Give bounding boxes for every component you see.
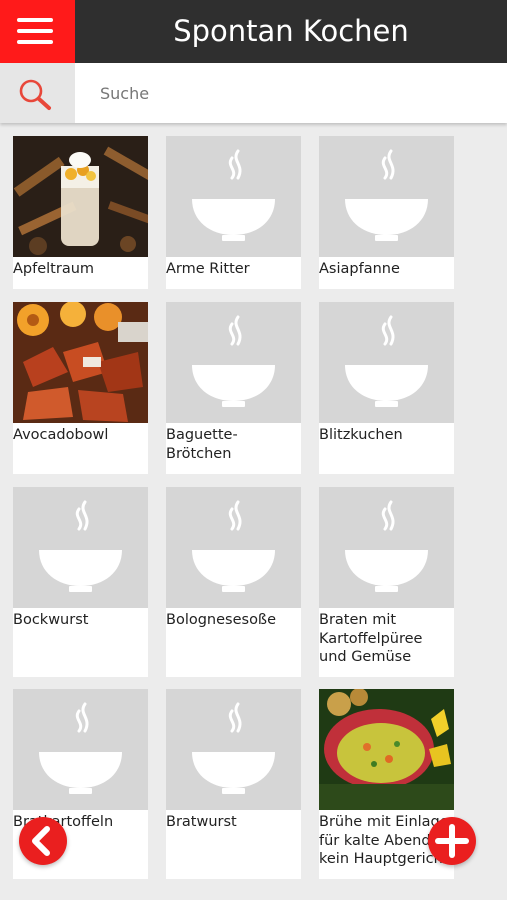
- bowl-placeholder-icon: [319, 302, 454, 423]
- recipe-image-dessert: [13, 136, 148, 257]
- app-bar: Spontan Kochen: [0, 0, 507, 63]
- search-input[interactable]: [100, 77, 480, 109]
- bowl-placeholder-icon: [166, 136, 301, 257]
- bowl-placeholder-icon: [166, 487, 301, 608]
- recipe-name: Bockwurst: [13, 612, 89, 628]
- add-recipe-button[interactable]: [428, 817, 476, 865]
- menu-button[interactable]: [0, 0, 75, 63]
- recipe-name: Braten mit Kartoffelpüree und Gemüse: [319, 612, 423, 665]
- bowl-placeholder-icon: [166, 689, 301, 810]
- recipe-card[interactable]: Bratwurst: [166, 689, 301, 879]
- recipe-name: Avocadobowl: [13, 427, 109, 443]
- recipe-name: Baguette- Brötchen: [166, 427, 238, 462]
- recipe-card[interactable]: Apfeltraum: [13, 136, 148, 289]
- recipe-card[interactable]: Asiapfanne: [319, 136, 454, 289]
- recipe-image-soup: [319, 689, 454, 810]
- recipe-card[interactable]: Blitzkuchen: [319, 302, 454, 474]
- recipe-name: Bolognesesoße: [166, 612, 276, 628]
- search-button[interactable]: [0, 63, 75, 123]
- bowl-placeholder-icon: [13, 487, 148, 608]
- plus-icon: [435, 824, 469, 858]
- recipe-image-salad: [13, 302, 148, 423]
- recipe-name: Arme Ritter: [166, 261, 250, 277]
- chevron-left-icon: [32, 826, 50, 856]
- search-bar: [0, 63, 507, 123]
- recipe-name: Asiapfanne: [319, 261, 400, 277]
- bowl-placeholder-icon: [166, 302, 301, 423]
- recipe-card[interactable]: Braten mit Kartoffelpüree und Gemüse: [319, 487, 454, 677]
- bowl-placeholder-icon: [319, 487, 454, 608]
- recipe-card[interactable]: Avocadobowl: [13, 302, 148, 474]
- recipe-name: Apfeltraum: [13, 261, 95, 277]
- search-icon: [19, 79, 51, 110]
- recipe-card[interactable]: Baguette- Brötchen: [166, 302, 301, 474]
- recipe-card[interactable]: Bockwurst: [13, 487, 148, 677]
- bowl-placeholder-icon: [319, 136, 454, 257]
- recipe-name: Bratwurst: [166, 814, 237, 830]
- recipe-card[interactable]: Arme Ritter: [166, 136, 301, 289]
- bowl-placeholder-icon: [13, 689, 148, 810]
- back-button[interactable]: [19, 817, 67, 865]
- app-title: Spontan Kochen: [173, 14, 409, 48]
- recipe-name: Blitzkuchen: [319, 427, 403, 443]
- recipe-card[interactable]: Bolognesesoße: [166, 487, 301, 677]
